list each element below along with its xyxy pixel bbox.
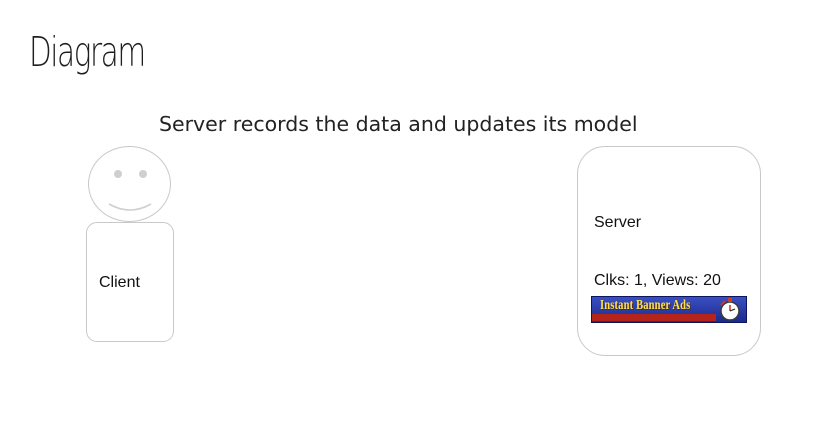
client-body: Client [86,222,174,342]
server-box: Server Clks: 1, Views: 20 Instant Banner… [577,146,761,356]
server-label: Server [594,214,642,231]
smiley-face-icon [108,170,152,211]
right-eye [139,170,147,178]
server-stats: Clks: 1, Views: 20 [594,272,721,289]
smile [108,203,152,211]
banner-title: Instant Banner Ads [600,297,691,312]
slide: Diagram Server records the data and upda… [0,0,827,445]
left-eye [114,170,122,178]
client-face [88,146,171,222]
stopwatch-icon [720,298,740,321]
banner-ad: Instant Banner Ads [591,296,747,323]
slide-title: Diagram [29,28,146,76]
banner-strip [592,314,716,321]
slide-caption: Server records the data and updates its … [159,112,638,136]
client-label: Client [99,274,140,291]
